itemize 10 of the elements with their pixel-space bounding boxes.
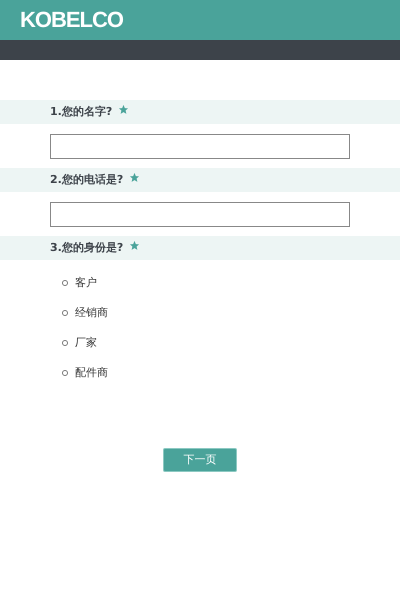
question-label: 2.您的电话是? bbox=[50, 172, 124, 188]
input-field[interactable] bbox=[50, 134, 350, 158]
radio-option[interactable]: 客户 bbox=[62, 268, 400, 298]
radio-option[interactable]: 配件商 bbox=[62, 358, 400, 388]
question-label: 1.您的名字? bbox=[50, 104, 112, 120]
question-label: 3.您的身份是? bbox=[50, 240, 124, 256]
radio-option[interactable]: 经销商 bbox=[62, 298, 400, 328]
logo: KOBELCO bbox=[20, 9, 123, 31]
radio-option[interactable]: 厂家 bbox=[62, 328, 400, 358]
input-field[interactable] bbox=[50, 202, 350, 226]
